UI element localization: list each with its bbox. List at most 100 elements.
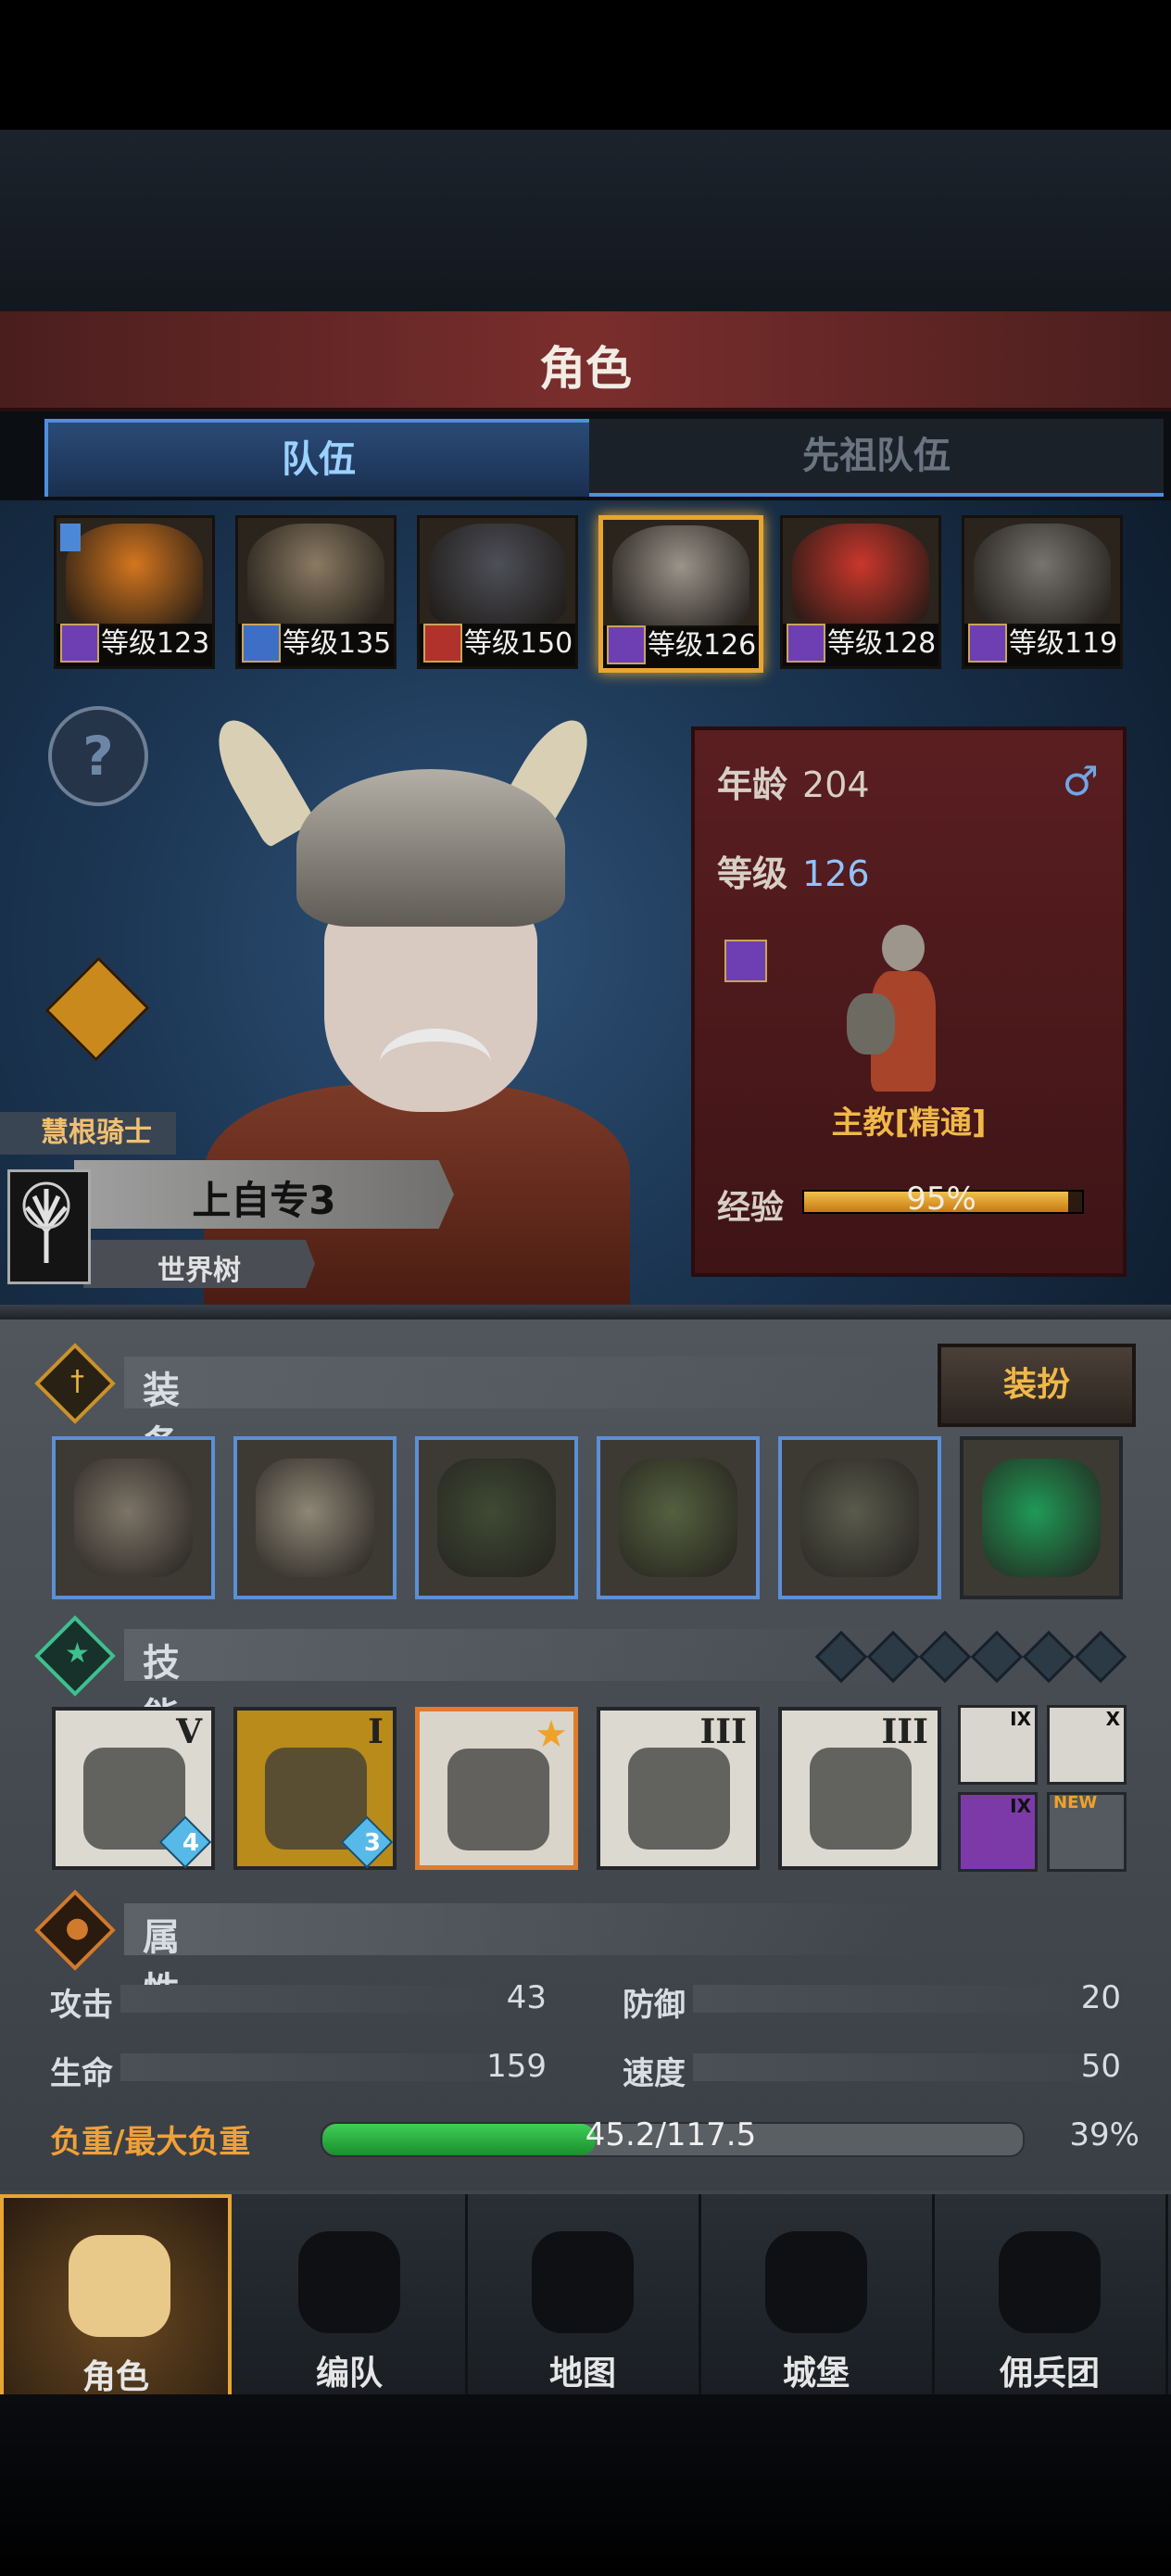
flag-icon <box>60 524 81 551</box>
class-figure <box>834 915 973 1101</box>
defense-value: 20 <box>1080 1979 1121 2016</box>
equipment-slot-round-shield[interactable] <box>233 1436 397 1599</box>
passive-rank: IX <box>1010 1795 1031 1817</box>
team-tabs: 队伍 先祖队伍 <box>37 419 1171 499</box>
equipment-slot-green-crystal[interactable] <box>960 1436 1123 1599</box>
class-icon <box>724 940 767 982</box>
guild-bar[interactable]: 世界树 <box>83 1240 315 1288</box>
xp-label: 经验 <box>717 1189 785 1227</box>
age-label: 年龄 <box>717 764 788 805</box>
level-strip: 等级128 <box>783 624 938 666</box>
nav-item[interactable]: 城堡 <box>700 2194 935 2398</box>
class-icon <box>423 624 462 663</box>
nav-icon <box>765 2231 867 2333</box>
equipment-slot-hood[interactable] <box>415 1436 578 1599</box>
age-value: 204 <box>802 764 870 805</box>
level-strip: 等级126 <box>603 625 759 668</box>
nav-item[interactable]: 地图 <box>467 2194 701 2398</box>
roster-slot[interactable]: 等级126 <box>598 515 763 673</box>
xp-percent: 95% <box>906 1181 976 1218</box>
tab-ancestor-team[interactable]: 先祖队伍 <box>589 419 1164 497</box>
title-bar: 角色 <box>0 311 1171 411</box>
roster-slot[interactable]: 等级128 <box>780 515 941 669</box>
section-divider <box>0 1305 1171 1320</box>
nav-label: 地图 <box>548 2355 616 2393</box>
skull-mace-icon <box>74 1458 193 1577</box>
hero-thumbnail <box>974 524 1111 625</box>
nav-item[interactable]: 编队 <box>233 2194 468 2398</box>
gem-count: 4 <box>182 1829 199 1857</box>
skill-glyph-icon <box>810 1748 912 1850</box>
passive-rank: IX <box>1010 1708 1031 1730</box>
equipment-slot-skull-mace[interactable] <box>52 1436 215 1599</box>
load-label: 负重/最大负重 <box>50 2124 251 2161</box>
nav-icon <box>999 2231 1101 2333</box>
roster-slot[interactable]: 等级119 <box>962 515 1123 669</box>
class-icon <box>787 624 825 663</box>
skill-rank: III <box>699 1712 747 1751</box>
hero-thumbnail <box>429 524 566 625</box>
roster-level: 等级119 <box>1009 627 1118 660</box>
nav-item[interactable]: 角色 <box>0 2194 232 2398</box>
class-icon <box>968 624 1007 663</box>
roster-level: 等级123 <box>101 627 210 660</box>
background-band <box>0 130 1171 315</box>
hero-thumbnail <box>247 524 384 625</box>
equipment-slot-boots[interactable] <box>778 1436 941 1599</box>
skill-rank: I <box>368 1712 384 1751</box>
attack-value: 43 <box>506 1979 547 2016</box>
passive-rank: X <box>1105 1708 1120 1730</box>
roster-slot[interactable]: 等级123 <box>54 515 215 669</box>
passive-skill[interactable]: NEW <box>1047 1792 1127 1872</box>
gem-count: 3 <box>363 1829 381 1857</box>
speed-value: 50 <box>1080 2048 1121 2085</box>
equipment-slot-fur-armor[interactable] <box>597 1436 760 1599</box>
left-horn <box>203 708 316 849</box>
nav-label: 编队 <box>315 2355 383 2393</box>
dress-up-button[interactable]: 装扮 <box>938 1344 1136 1427</box>
skill-glyph-icon <box>447 1749 549 1850</box>
hero-thumbnail <box>792 524 929 625</box>
skill-card[interactable]: V4 <box>52 1707 215 1870</box>
nav-icon <box>69 2235 170 2337</box>
hero-thumbnail <box>66 524 203 625</box>
passive-skill[interactable]: X <box>1047 1705 1127 1785</box>
skill-card[interactable]: III <box>597 1707 760 1870</box>
skill-card[interactable]: ★ <box>415 1707 578 1870</box>
green-crystal-icon <box>982 1458 1101 1577</box>
skill-glyph-icon <box>628 1748 730 1850</box>
roster-strip: 等级123 等级135 等级150 等级126 等级128 等级119 <box>54 515 1128 673</box>
hero-name-bar[interactable]: 上自专3 <box>74 1160 454 1229</box>
passive-skill[interactable]: IX <box>958 1705 1038 1785</box>
nav-icon <box>298 2231 400 2333</box>
attack-label: 攻击 <box>50 1987 113 2024</box>
nav-item[interactable]: 佣兵团 <box>934 2194 1168 2398</box>
level-strip: 等级150 <box>420 624 575 666</box>
class-icon <box>242 624 281 663</box>
nav-label: 城堡 <box>782 2355 850 2393</box>
male-icon: ♂ <box>1062 758 1099 805</box>
skill-rank: III <box>881 1712 928 1751</box>
level-strip: 等级123 <box>57 624 212 666</box>
fur-armor-icon <box>619 1458 737 1577</box>
class-name: 主教[精通] <box>831 1105 987 1142</box>
roster-slot[interactable]: 等级150 <box>417 515 578 669</box>
roster-slot[interactable]: 等级135 <box>235 515 397 669</box>
help-icon[interactable]: ? <box>48 706 148 806</box>
guild-name: 世界树 <box>157 1255 241 1287</box>
hero-thumbnail <box>612 525 749 627</box>
guild-banner-icon[interactable] <box>7 1169 91 1284</box>
tab-team[interactable]: 队伍 <box>44 419 593 497</box>
nav-label: 佣兵团 <box>999 2355 1100 2393</box>
skill-card[interactable]: I3 <box>233 1707 397 1870</box>
load-percent: 39% <box>1069 2116 1140 2153</box>
potion-icon[interactable] <box>44 956 150 1062</box>
level-strip: 等级119 <box>964 624 1120 666</box>
roster-level: 等级128 <box>827 627 937 660</box>
level-strip: 等级135 <box>238 624 394 666</box>
skill-card[interactable]: III <box>778 1707 941 1870</box>
page-title: 角色 <box>539 342 632 396</box>
speed-label: 速度 <box>623 2055 686 2092</box>
passive-skill[interactable]: IX <box>958 1792 1038 1872</box>
load-value: 45.2/117.5 <box>585 2116 757 2153</box>
